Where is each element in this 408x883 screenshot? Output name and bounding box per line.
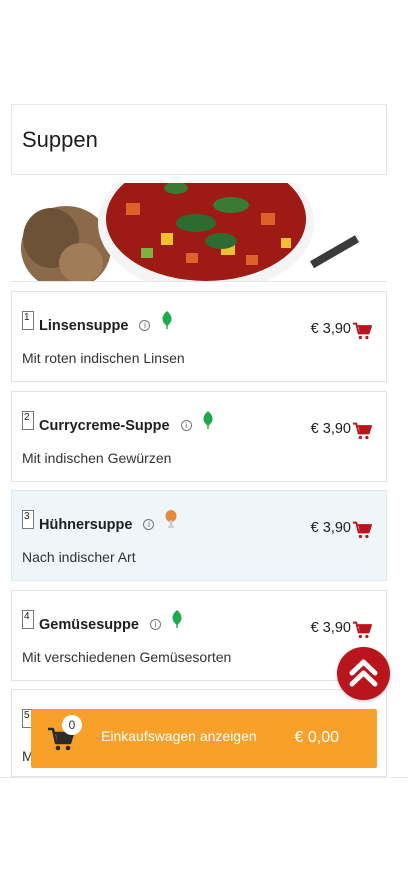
item-name-row: Linsensuppe i bbox=[39, 311, 173, 337]
item-description: Nach indischer Art bbox=[22, 549, 136, 565]
soup-photo bbox=[21, 183, 360, 281]
leaf-icon bbox=[202, 411, 214, 433]
info-icon[interactable]: i bbox=[149, 618, 161, 630]
chicken-leg-icon bbox=[165, 510, 177, 532]
item-price: € 3,90 bbox=[310, 620, 351, 636]
menu-item[interactable]: 1 Linsensuppe i Mit roten indischen Lins… bbox=[11, 291, 387, 382]
item-description: Mit roten indischen Linsen bbox=[22, 350, 185, 366]
info-icon[interactable]: i bbox=[139, 319, 151, 331]
info-icon[interactable]: i bbox=[143, 518, 155, 530]
item-description: Mit verschiedenen Gemüsesorten bbox=[22, 649, 232, 665]
item-name: Linsensuppe bbox=[39, 317, 129, 334]
item-number: 3 bbox=[22, 510, 34, 529]
double-chevron-up-icon bbox=[349, 659, 378, 687]
item-description: Mit indischen Gewürzen bbox=[22, 450, 172, 466]
info-icon[interactable]: i bbox=[180, 419, 192, 431]
item-name-row: Currycreme-Suppe i bbox=[39, 411, 214, 437]
cart-count-badge: 0 bbox=[62, 715, 82, 735]
item-number: 2 bbox=[22, 411, 34, 430]
add-to-cart-icon[interactable] bbox=[352, 521, 372, 539]
item-price: € 3,90 bbox=[310, 520, 351, 536]
scroll-to-top-button[interactable] bbox=[337, 647, 390, 700]
show-cart-button[interactable]: 0 Einkaufswagen anzeigen € 0,00 bbox=[31, 709, 377, 768]
section-header: Suppen bbox=[11, 104, 387, 175]
item-number: 1 bbox=[22, 311, 34, 330]
item-name-row: Hühnersuppe i bbox=[39, 510, 177, 536]
cart-total: € 0,00 bbox=[294, 729, 339, 746]
item-name: Currycreme-Suppe bbox=[39, 417, 170, 434]
leaf-icon bbox=[171, 610, 183, 632]
item-number: 4 bbox=[22, 610, 34, 629]
menu-item[interactable]: 3 Hühnersuppe i Nach indischer Art € 3,9… bbox=[11, 490, 387, 581]
add-to-cart-icon[interactable] bbox=[352, 322, 372, 340]
item-name: Gemüsesuppe bbox=[39, 616, 139, 633]
add-to-cart-icon[interactable] bbox=[352, 621, 372, 639]
item-name: Hühnersuppe bbox=[39, 516, 133, 533]
item-name-row: Gemüsesuppe i bbox=[39, 610, 183, 636]
divider bbox=[0, 777, 408, 778]
section-title: Suppen bbox=[22, 127, 98, 152]
menu-item[interactable]: 4 Gemüsesuppe i Mit verschiedenen Gemüse… bbox=[11, 590, 387, 681]
category-hero-image bbox=[11, 183, 387, 282]
item-price: € 3,90 bbox=[310, 321, 351, 337]
cart-label: Einkaufswagen anzeigen bbox=[101, 728, 257, 744]
item-price: € 3,90 bbox=[310, 421, 351, 437]
add-to-cart-icon[interactable] bbox=[352, 422, 372, 440]
menu-item[interactable]: 2 Currycreme-Suppe i Mit indischen Gewür… bbox=[11, 391, 387, 482]
leaf-icon bbox=[161, 311, 173, 333]
